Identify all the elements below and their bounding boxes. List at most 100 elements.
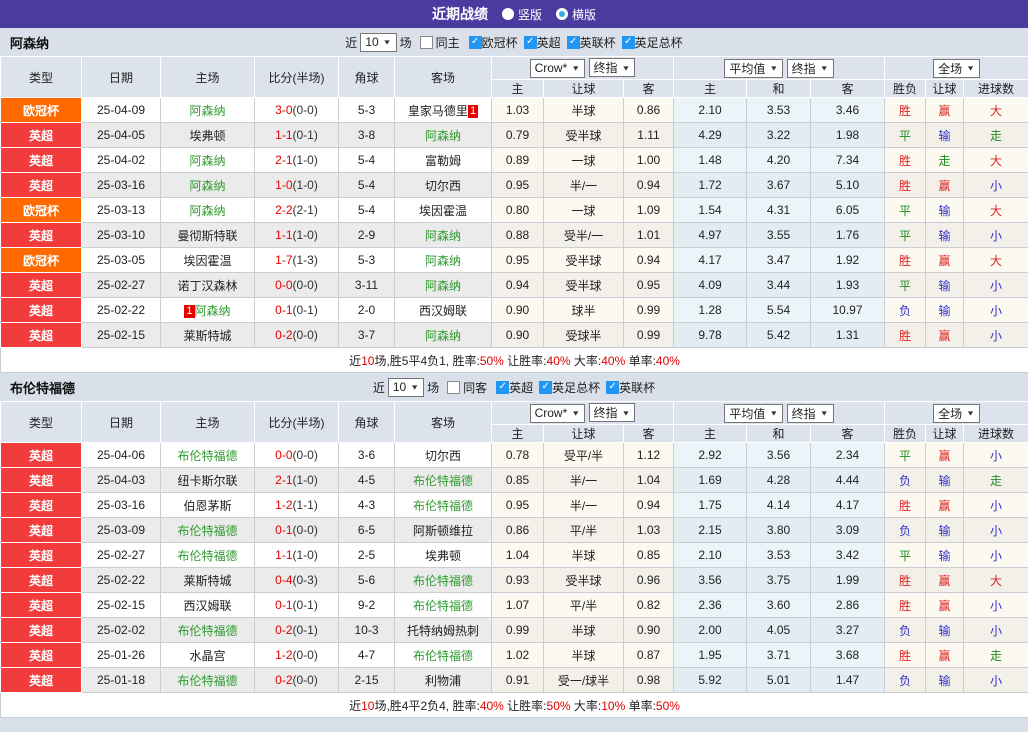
competition-checkbox[interactable]: ✓ <box>539 381 552 394</box>
competition-label: 英超 <box>537 34 561 51</box>
table-row: 英超25-02-15西汉姆联0-1(0-1)9-2布伦特福德1.07平/半0.8… <box>1 593 1028 618</box>
result-handicap: 输 <box>926 518 964 543</box>
away-team: 皇家马德里1 <box>395 98 492 123</box>
odds-away: 0.95 <box>624 273 674 298</box>
scope-value: 全场 <box>938 60 962 77</box>
same-venue-checkbox[interactable] <box>447 381 460 394</box>
odds-stage-select[interactable]: 终指▼ <box>589 403 636 422</box>
col-corner: 角球 <box>339 402 395 443</box>
summary-text: 40% <box>656 354 680 368</box>
summary-text: 10 <box>361 354 374 368</box>
avg-draw: 4.28 <box>747 468 811 493</box>
home-team: 埃因霍温 <box>161 248 255 273</box>
odds-home: 0.90 <box>492 323 544 348</box>
avg-source-value: 平均值 <box>729 60 765 77</box>
competition-checkbox[interactable]: ✓ <box>606 381 619 394</box>
odds-home: 0.99 <box>492 618 544 643</box>
odds-home: 0.93 <box>492 568 544 593</box>
match-type: 欧冠杯 <box>1 248 82 273</box>
away-team: 西汉姆联 <box>395 298 492 323</box>
competition-checkbox[interactable]: ✓ <box>622 36 635 49</box>
near-label: 近 <box>373 379 385 396</box>
match-type: 英超 <box>1 173 82 198</box>
odds-home: 0.95 <box>492 173 544 198</box>
same-venue-checkbox[interactable] <box>420 36 433 49</box>
odds-away: 0.94 <box>624 493 674 518</box>
result-handicap: 走 <box>926 148 964 173</box>
table-row: 英超25-02-22莱斯特城0-4(0-3)5-6布伦特福德0.93受半球0.9… <box>1 568 1028 593</box>
avg-draw: 3.60 <box>747 593 811 618</box>
competition-checkbox[interactable]: ✓ <box>567 36 580 49</box>
summary-text: 场,胜5平4负1, 胜率: <box>374 354 479 368</box>
match-date: 25-04-02 <box>82 148 161 173</box>
odds-provider-select[interactable]: Crow*▼ <box>530 59 586 78</box>
avg-home: 1.28 <box>674 298 747 323</box>
radio-vertical-layout[interactable]: 竖版 <box>502 6 542 23</box>
result-goals: 小 <box>964 173 1028 198</box>
filter-bar: 近 10 ▼ 场 同主 ✓欧冠杯✓英超✓英联杯✓英足总杯 <box>345 33 682 52</box>
odds-handicap: 球半 <box>544 298 624 323</box>
table-row: 英超25-01-26水晶宫1-2(0-0)4-7布伦特福德1.02半球0.871… <box>1 643 1028 668</box>
corner-score: 5-4 <box>339 198 395 223</box>
chevron-down-icon: ▼ <box>820 409 829 417</box>
avg-source-select[interactable]: 平均值▼ <box>724 59 783 78</box>
odds-handicap: 半球 <box>544 98 624 123</box>
radio-selected-icon <box>502 8 514 20</box>
competition-checkbox[interactable]: ✓ <box>469 36 482 49</box>
score: 0-0(0-0) <box>255 273 339 298</box>
corner-score: 9-2 <box>339 593 395 618</box>
avg-away: 4.17 <box>811 493 885 518</box>
summary-text: 10% <box>601 699 625 713</box>
odds-home: 0.95 <box>492 248 544 273</box>
col-odds-handicap: 让球 <box>544 425 624 443</box>
avg-away: 4.44 <box>811 468 885 493</box>
odds-stage-select[interactable]: 终指▼ <box>589 58 636 77</box>
avg-stage-select[interactable]: 终指▼ <box>787 404 834 423</box>
radio-unselected-icon <box>556 8 568 20</box>
avg-draw: 3.71 <box>747 643 811 668</box>
match-count-select[interactable]: 10 ▼ <box>388 378 424 397</box>
competition-checkbox[interactable]: ✓ <box>524 36 537 49</box>
odds-provider-select[interactable]: Crow*▼ <box>530 404 586 423</box>
competition-checkbox[interactable]: ✓ <box>496 381 509 394</box>
avg-stage-value: 终指 <box>792 60 816 77</box>
match-count-select[interactable]: 10 ▼ <box>360 33 396 52</box>
radio-horizontal-layout[interactable]: 横版 <box>556 6 596 23</box>
away-team: 布伦特福德 <box>395 493 492 518</box>
result-outcome: 平 <box>885 223 926 248</box>
scope-select[interactable]: 全场▼ <box>933 404 980 423</box>
competition-label: 英足总杯 <box>635 34 683 51</box>
result-outcome: 胜 <box>885 148 926 173</box>
away-team: 布伦特福德 <box>395 593 492 618</box>
section-head: 布伦特福德 近 10 ▼ 场 同客 ✓英超✓英足总杯✓英联杯 <box>0 373 1028 401</box>
competition-label: 欧冠杯 <box>482 34 518 51</box>
avg-home: 4.29 <box>674 123 747 148</box>
summary-text: 让胜率: <box>504 354 547 368</box>
competition-label: 英超 <box>509 379 533 396</box>
odds-handicap: 一球 <box>544 148 624 173</box>
avg-home: 1.69 <box>674 468 747 493</box>
table-row: 英超25-02-221阿森纳0-1(0-1)2-0西汉姆联0.90球半0.991… <box>1 298 1028 323</box>
corner-score: 5-4 <box>339 148 395 173</box>
col-avg-draw: 和 <box>747 80 811 98</box>
avg-source-select[interactable]: 平均值▼ <box>724 404 783 423</box>
scope-select[interactable]: 全场▼ <box>933 59 980 78</box>
col-odds-home: 主 <box>492 425 544 443</box>
result-goals: 大 <box>964 98 1028 123</box>
table-row: 英超25-02-02布伦特福德0-2(0-1)10-3托特纳姆热刺0.99半球0… <box>1 618 1028 643</box>
avg-stage-select[interactable]: 终指▼ <box>787 59 834 78</box>
away-team: 阿森纳 <box>395 323 492 348</box>
result-goals: 小 <box>964 543 1028 568</box>
odds-away: 1.01 <box>624 223 674 248</box>
result-handicap: 赢 <box>926 98 964 123</box>
match-date: 25-04-06 <box>82 443 161 468</box>
corner-score: 3-7 <box>339 323 395 348</box>
avg-away: 1.76 <box>811 223 885 248</box>
score: 0-2(0-0) <box>255 668 339 693</box>
odds-away: 0.99 <box>624 298 674 323</box>
odds-away: 0.90 <box>624 618 674 643</box>
avg-away: 1.93 <box>811 273 885 298</box>
home-team: 纽卡斯尔联 <box>161 468 255 493</box>
score: 2-2(2-1) <box>255 198 339 223</box>
odds-handicap: 受一/球半 <box>544 668 624 693</box>
